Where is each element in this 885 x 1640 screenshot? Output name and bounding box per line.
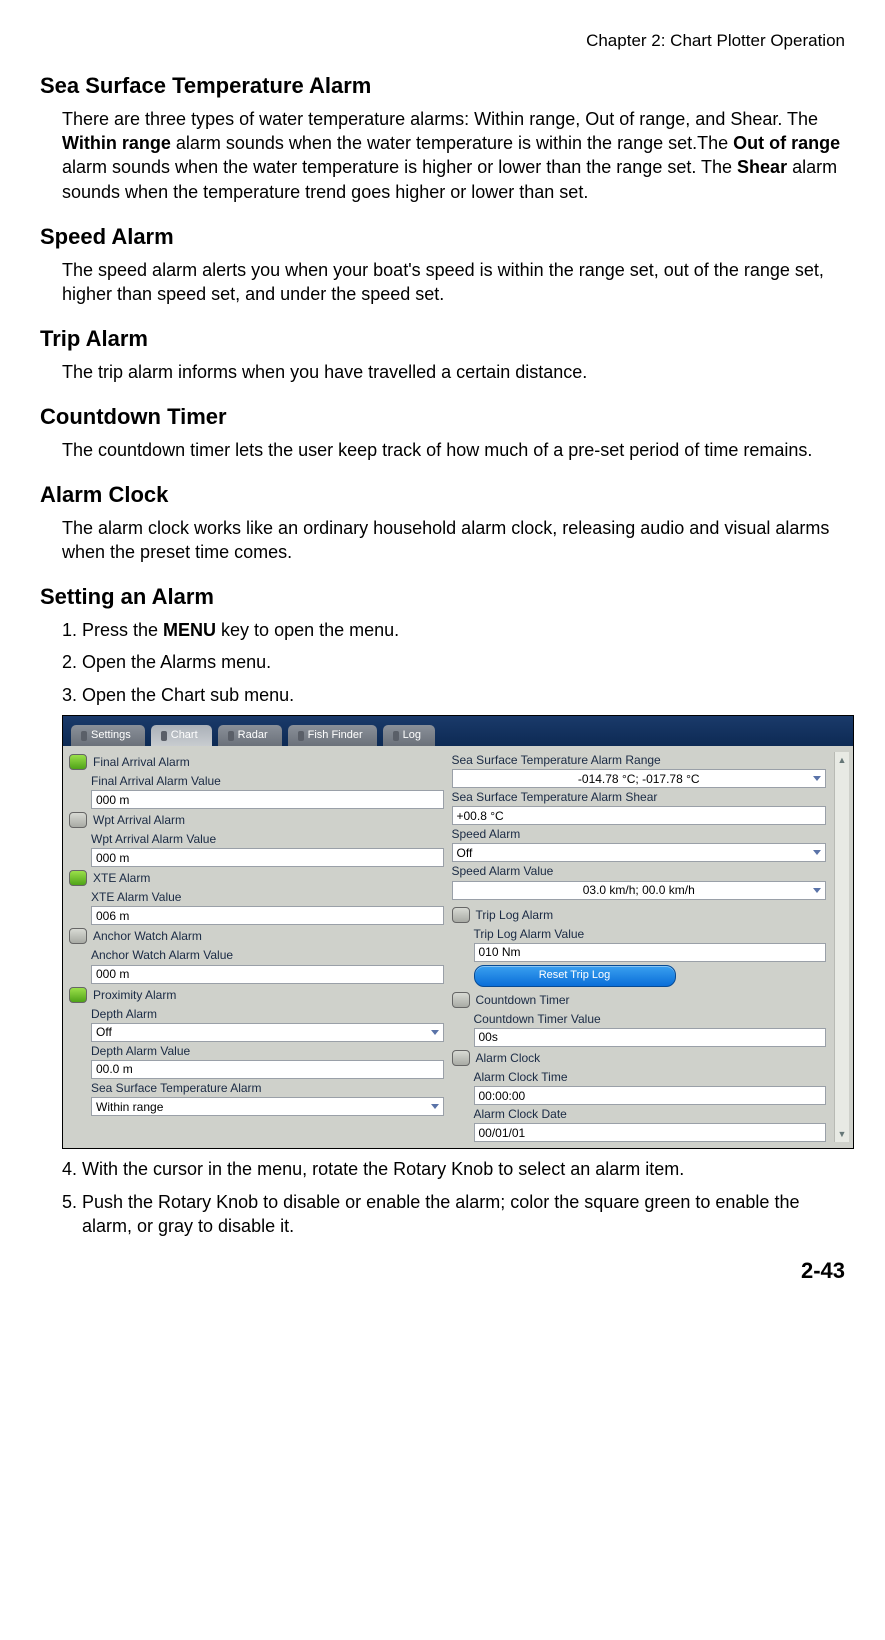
- tab-chart[interactable]: Chart: [151, 725, 212, 746]
- label-wpt-arrival: Wpt Arrival Alarm: [93, 812, 185, 828]
- tab-fish-finder[interactable]: Fish Finder: [288, 725, 377, 746]
- toggle-anchor[interactable]: [69, 928, 87, 944]
- field-sst-range[interactable]: -014.78 °C; -017.78 °C: [452, 769, 827, 788]
- label-speed-value: Speed Alarm Value: [452, 863, 827, 879]
- label-alarm-clock-date: Alarm Clock Date: [474, 1106, 827, 1122]
- field-alarm-clock-time[interactable]: 00:00:00: [474, 1086, 827, 1105]
- field-sst-alarm[interactable]: Within range: [91, 1097, 444, 1116]
- text: Press the: [82, 620, 163, 640]
- field-alarm-clock-date[interactable]: 00/01/01: [474, 1123, 827, 1142]
- tab-label: Fish Finder: [308, 728, 363, 743]
- chapter-header: Chapter 2: Chart Plotter Operation: [40, 30, 845, 53]
- label-trip-log-value: Trip Log Alarm Value: [474, 926, 827, 942]
- heading-speed: Speed Alarm: [40, 222, 845, 252]
- text: There are three types of water temperatu…: [62, 109, 818, 129]
- page-number: 2-43: [40, 1256, 845, 1286]
- toggle-proximity[interactable]: [69, 987, 87, 1003]
- bold-shear: Shear: [737, 157, 787, 177]
- heading-alarm-clock: Alarm Clock: [40, 480, 845, 510]
- label-depth-value: Depth Alarm Value: [91, 1043, 444, 1059]
- paragraph-trip: The trip alarm informs when you have tra…: [62, 360, 845, 384]
- label-alarm-clock-time: Alarm Clock Time: [474, 1069, 827, 1085]
- label-sst-range: Sea Surface Temperature Alarm Range: [452, 752, 827, 768]
- tab-nub-icon: [298, 731, 304, 741]
- label-sst-shear: Sea Surface Temperature Alarm Shear: [452, 789, 827, 805]
- field-depth-value[interactable]: 00.0 m: [91, 1060, 444, 1079]
- step-3: Open the Chart sub menu.: [82, 683, 845, 707]
- heading-sst: Sea Surface Temperature Alarm: [40, 71, 845, 101]
- tab-label: Settings: [91, 728, 131, 743]
- toggle-alarm-clock[interactable]: [452, 1050, 470, 1066]
- label-final-arrival-value: Final Arrival Alarm Value: [91, 773, 444, 789]
- field-trip-log-value[interactable]: 010 Nm: [474, 943, 827, 962]
- bold-menu: MENU: [163, 620, 216, 640]
- toggle-countdown[interactable]: [452, 992, 470, 1008]
- paragraph-speed: The speed alarm alerts you when your boa…: [62, 258, 845, 307]
- tab-settings[interactable]: Settings: [71, 725, 145, 746]
- tab-label: Chart: [171, 728, 198, 743]
- toggle-final-arrival[interactable]: [69, 754, 87, 770]
- heading-setting-alarm: Setting an Alarm: [40, 582, 845, 612]
- label-speed-alarm: Speed Alarm: [452, 826, 827, 842]
- tab-radar[interactable]: Radar: [218, 725, 282, 746]
- scroll-down-icon[interactable]: ▼: [838, 1128, 847, 1140]
- toggle-trip-log[interactable]: [452, 907, 470, 923]
- label-xte: XTE Alarm: [93, 870, 150, 886]
- field-xte-value[interactable]: 006 m: [91, 906, 444, 925]
- label-trip-log: Trip Log Alarm: [476, 907, 554, 923]
- label-final-arrival: Final Arrival Alarm: [93, 754, 190, 770]
- heading-countdown: Countdown Timer: [40, 402, 845, 432]
- reset-trip-log-button[interactable]: Reset Trip Log: [474, 965, 676, 987]
- toggle-xte[interactable]: [69, 870, 87, 886]
- paragraph-countdown: The countdown timer lets the user keep t…: [62, 438, 845, 462]
- left-column: Final Arrival Alarm Final Arrival Alarm …: [69, 752, 444, 1143]
- tab-nub-icon: [228, 731, 234, 741]
- scrollbar[interactable]: ▲ ▼: [834, 752, 849, 1143]
- tab-label: Log: [403, 728, 421, 743]
- tab-nub-icon: [161, 731, 167, 741]
- right-column: Sea Surface Temperature Alarm Range -014…: [452, 752, 827, 1143]
- field-depth-alarm[interactable]: Off: [91, 1023, 444, 1042]
- label-sst-alarm: Sea Surface Temperature Alarm: [91, 1080, 444, 1096]
- field-wpt-arrival-value[interactable]: 000 m: [91, 848, 444, 867]
- step-1: Press the MENU key to open the menu.: [82, 618, 845, 642]
- label-anchor: Anchor Watch Alarm: [93, 928, 202, 944]
- step-2: Open the Alarms menu.: [82, 650, 845, 674]
- label-countdown: Countdown Timer: [476, 992, 570, 1008]
- label-depth-alarm: Depth Alarm: [91, 1006, 444, 1022]
- alarms-chart-panel: Settings Chart Radar Fish Finder Log Fin…: [62, 715, 854, 1150]
- label-anchor-value: Anchor Watch Alarm Value: [91, 947, 444, 963]
- field-speed-alarm[interactable]: Off: [452, 843, 827, 862]
- scroll-up-icon[interactable]: ▲: [838, 754, 847, 766]
- tab-bar: Settings Chart Radar Fish Finder Log: [63, 716, 853, 746]
- label-alarm-clock: Alarm Clock: [476, 1050, 541, 1066]
- step-4: With the cursor in the menu, rotate the …: [82, 1157, 845, 1181]
- bold-within-range: Within range: [62, 133, 171, 153]
- step-5: Push the Rotary Knob to disable or enabl…: [82, 1190, 845, 1239]
- label-xte-value: XTE Alarm Value: [91, 889, 444, 905]
- field-countdown-value[interactable]: 00s: [474, 1028, 827, 1047]
- tab-nub-icon: [393, 731, 399, 741]
- paragraph-sst: There are three types of water temperatu…: [62, 107, 845, 204]
- label-proximity: Proximity Alarm: [93, 987, 176, 1003]
- field-anchor-value[interactable]: 000 m: [91, 965, 444, 984]
- toggle-wpt-arrival[interactable]: [69, 812, 87, 828]
- heading-trip: Trip Alarm: [40, 324, 845, 354]
- text: alarm sounds when the water temperature …: [62, 157, 737, 177]
- bold-out-of-range: Out of range: [733, 133, 840, 153]
- field-final-arrival-value[interactable]: 000 m: [91, 790, 444, 809]
- label-wpt-arrival-value: Wpt Arrival Alarm Value: [91, 831, 444, 847]
- tab-label: Radar: [238, 728, 268, 743]
- tab-log[interactable]: Log: [383, 725, 435, 746]
- field-sst-shear[interactable]: +00.8 °C: [452, 806, 827, 825]
- field-speed-value[interactable]: 03.0 km/h; 00.0 km/h: [452, 881, 827, 900]
- label-countdown-value: Countdown Timer Value: [474, 1011, 827, 1027]
- tab-nub-icon: [81, 731, 87, 741]
- text: key to open the menu.: [216, 620, 399, 640]
- paragraph-alarm-clock: The alarm clock works like an ordinary h…: [62, 516, 845, 565]
- text: alarm sounds when the water temperature …: [171, 133, 733, 153]
